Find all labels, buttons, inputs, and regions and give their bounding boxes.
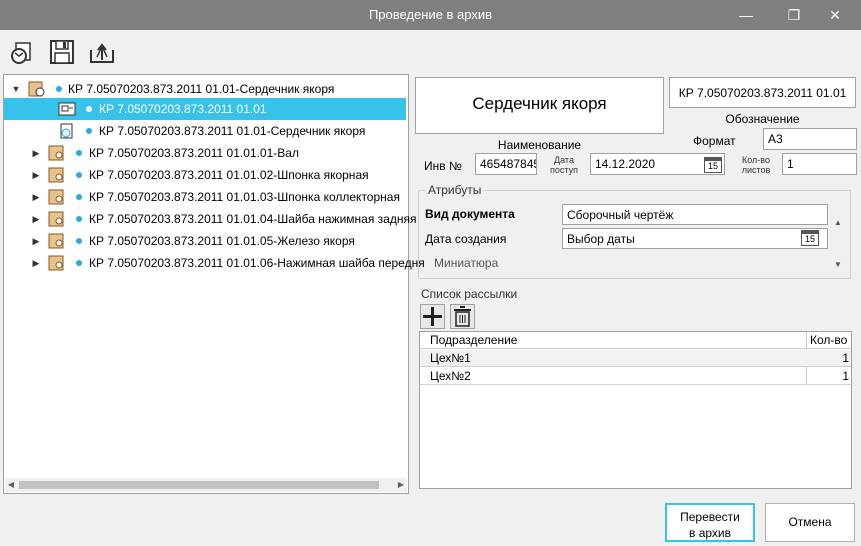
created-date-field[interactable]: Выбор даты [562,228,828,249]
format-field[interactable]: А3 [763,128,857,150]
designation-value: КР 7.05070203.873.2011 01.01 [678,86,847,100]
mailing-title: Список рассылки [421,287,518,301]
tree-node[interactable]: ▶ КР 7.05070203.873.2011 01.01.06-Нажимн… [4,252,425,274]
archive-button[interactable]: Перевести в архив [665,503,755,542]
assembly-icon [48,189,66,205]
receipt-date-value: 14.12.2020 [595,157,656,171]
name-label: Наименование [497,138,582,152]
tree-node[interactable]: ▶ КР 7.05070203.873.2011 01.01.01-Вал [4,142,406,164]
tree-node-selected[interactable]: КР 7.05070203.873.2011 01.01 [4,98,406,120]
cell-qty: 1 [842,369,849,383]
cancel-button[interactable]: Отмена [765,503,855,542]
doc-type-field[interactable]: Сборочный чертёж [562,204,828,225]
close-icon[interactable]: ✕ [815,0,855,30]
status-dot [76,150,82,156]
part-icon [58,123,76,139]
thumbnail-label: Миниатюра [434,256,499,270]
status-dot [76,172,82,178]
receipt-date-label: Дата поступ [550,155,578,175]
status-dot [56,86,62,92]
scroll-left-icon[interactable]: ◀ [5,478,17,492]
assembly-icon [48,255,66,271]
table-row[interactable]: Цех№1 1 [420,350,851,367]
scroll-up-icon[interactable]: ▲ [834,218,842,227]
refresh-icon[interactable] [8,38,36,66]
add-icon[interactable] [420,304,445,329]
inv-number-field[interactable]: 465487845 [475,153,537,175]
tree-node-label: КР 7.05070203.873.2011 01.01.04-Шайба на… [89,212,417,226]
export-icon[interactable] [88,38,116,66]
save-icon[interactable] [48,38,76,66]
name-value: Сердечник якоря [472,94,607,113]
tree-node[interactable]: ▶ КР 7.05070203.873.2011 01.01.04-Шайба … [4,208,416,230]
expand-arrow-icon[interactable]: ▶ [30,252,42,274]
assembly-icon [48,233,66,249]
expand-arrow-icon[interactable]: ▶ [30,186,42,208]
status-dot [86,128,92,134]
tree-node-root[interactable]: ▼ КР 7.05070203.873.2011 01.01-Сердечник… [4,78,406,100]
created-date-value: Выбор даты [567,232,635,246]
tree-node[interactable]: КР 7.05070203.873.2011 01.01-Сердечник я… [4,120,406,142]
mailing-table[interactable]: Подразделение Кол-во Цех№1 1 Цех№2 1 [419,331,852,489]
doc-type-label: Вид документа [425,207,515,221]
inv-label: Инв № [424,159,462,173]
restore-icon[interactable]: ❐ [774,0,814,30]
column-header[interactable]: Подразделение [430,332,517,349]
tree-node-label: КР 7.05070203.873.2011 01.01 [99,102,267,116]
expand-arrow-icon[interactable]: ▶ [30,230,42,252]
cell-dept: Цех№1 [430,351,471,365]
cell-qty: 1 [842,351,849,365]
tree-node-label: КР 7.05070203.873.2011 01.01.01-Вал [89,146,299,160]
tree-node-label: КР 7.05070203.873.2011 01.01.03-Шпонка к… [89,190,400,204]
tree-node[interactable]: ▶ КР 7.05070203.873.2011 01.01.03-Шпонка… [4,186,406,208]
horizontal-scrollbar[interactable]: ◀ ▶ [5,478,407,492]
created-date-label: Дата создания [425,232,507,246]
status-dot [76,238,82,244]
tree-node[interactable]: ▶ КР 7.05070203.873.2011 01.01.02-Шпонка… [4,164,406,186]
scroll-down-icon[interactable]: ▼ [834,260,842,269]
scroll-right-icon[interactable]: ▶ [395,478,407,492]
archive-button-line1: Перевести [680,510,740,524]
designation-label: Обозначение [725,112,800,126]
status-dot [76,260,82,266]
expand-arrow-icon[interactable]: ▶ [30,142,42,164]
tree-node-label: КР 7.05070203.873.2011 01.01.06-Нажимная… [89,256,425,270]
drawing-icon [58,101,76,117]
sheets-count-field[interactable]: 1 [782,153,857,175]
status-dot [86,106,92,112]
status-dot [76,216,82,222]
calendar-icon[interactable]: 15 [704,157,722,173]
tree-node-label: КР 7.05070203.873.2011 01.01-Сердечник я… [68,82,335,96]
sheets-label: Кол-во листов [741,155,771,175]
tree-node-label: КР 7.05070203.873.2011 01.01.05-Железо я… [89,234,355,248]
minimize-icon[interactable]: — [726,0,766,30]
status-dot [76,194,82,200]
tree-node[interactable]: ▶ КР 7.05070203.873.2011 01.01.05-Железо… [4,230,406,252]
table-header: Подразделение Кол-во [420,332,851,349]
toolbar [0,30,861,72]
assembly-icon [48,145,66,161]
cell-dept: Цех№2 [430,369,471,383]
tree-node-label: КР 7.05070203.873.2011 01.01-Сердечник я… [99,124,366,138]
archive-button-line2: в архив [689,526,731,540]
collapse-arrow-icon[interactable]: ▼ [10,78,22,100]
assembly-icon [48,167,66,183]
tree-node-label: КР 7.05070203.873.2011 01.01.02-Шпонка я… [89,168,369,182]
format-label: Формат [693,134,736,148]
expand-arrow-icon[interactable]: ▶ [30,208,42,230]
title-bar: Проведение в архив — ❐ ✕ [0,0,861,30]
column-header[interactable]: Кол-во [810,332,847,349]
delete-icon[interactable] [450,304,475,329]
calendar-icon[interactable]: 15 [801,230,819,246]
assembly-icon [48,211,66,227]
name-box: Сердечник якоря [415,77,664,134]
assembly-icon [28,81,46,97]
document-tree[interactable]: ▼ КР 7.05070203.873.2011 01.01-Сердечник… [3,74,425,494]
attributes-title: Атрибуты [425,183,485,197]
expand-arrow-icon[interactable]: ▶ [30,164,42,186]
scrollbar-thumb[interactable] [19,481,379,489]
designation-box: КР 7.05070203.873.2011 01.01 [669,77,856,108]
table-row[interactable]: Цех№2 1 [420,368,851,385]
